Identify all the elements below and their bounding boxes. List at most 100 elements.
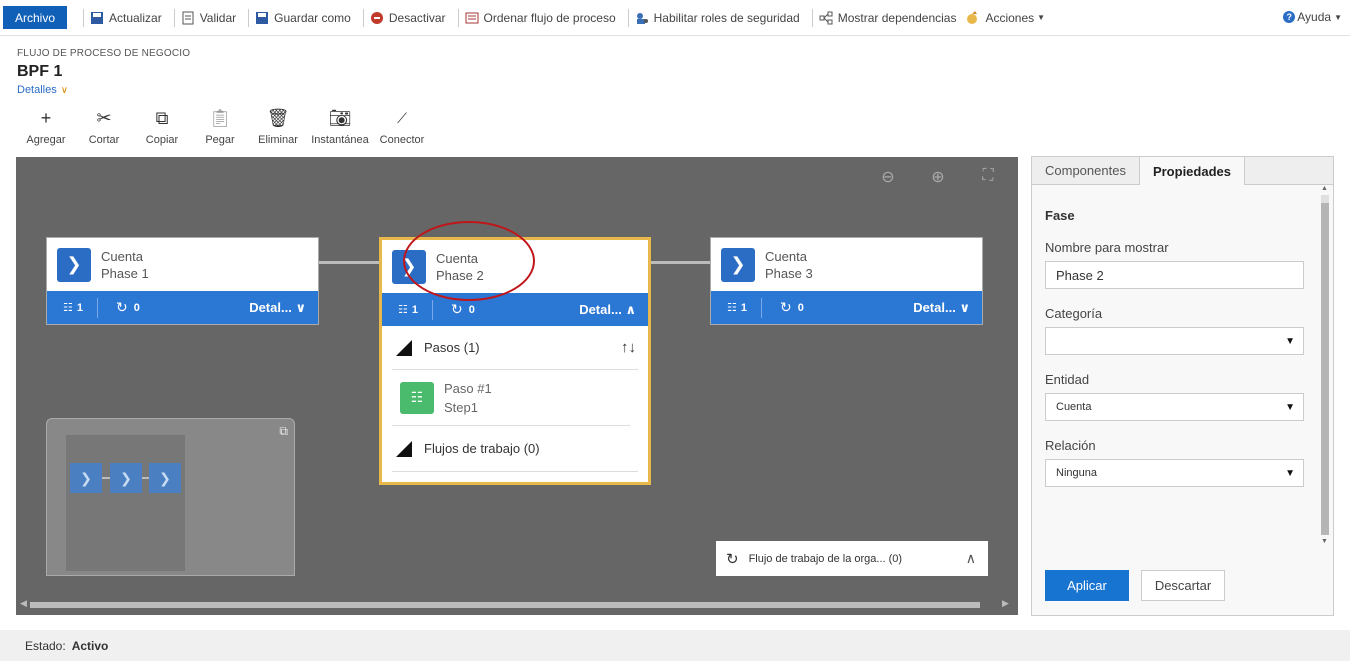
dropdown-arrow-icon: ▼ [1285,467,1295,479]
chevron-down-icon: ∨ [60,85,69,96]
tab-propiedades[interactable]: Propiedades [1138,157,1245,185]
org-workflow-panel[interactable]: ↻ Flujo de trabajo de la orga... (0) ∧ [716,541,988,576]
scroll-down-icon[interactable]: ▼ [1321,538,1328,545]
scroll-up-icon[interactable]: ▲ [1321,185,1328,192]
minimap-collapse-icon[interactable]: ⧉ [279,424,288,439]
details-toggle[interactable]: Detalles ∨ [17,84,68,96]
dropdown-arrow-icon: ▼ [1285,335,1295,347]
plus-icon: + [40,107,52,128]
help-button[interactable]: ? Ayuda ▼ [1283,10,1342,24]
validar-button[interactable]: Validar [173,8,242,27]
chevron-down-icon: ∨ [295,299,306,315]
workflow-icon: ↻ [726,550,739,568]
chevron-down-icon: ▼ [1037,13,1046,22]
trash-icon: 🗑︎ [266,107,290,128]
status-bar: Estado: Activo [0,630,1350,661]
stage-card[interactable]: ❯ Cuenta Phase 3 ☷ 1 ↻ 0 Detal... ∨ [710,237,983,325]
zoom-in-icon[interactable]: ⊕ [928,167,948,187]
archivo-button[interactable]: Archivo [3,6,67,29]
scroll-right-icon[interactable]: ▶ [1002,598,1009,609]
actions-icon [967,10,978,24]
security-roles-icon [636,12,648,24]
steps-icon: ☷ [63,302,73,314]
stage-details-toggle[interactable]: Detal... ∨ [913,300,970,316]
zoom-controls: ⊖ ⊕ ⛶ [878,167,998,187]
display-name-input[interactable]: Phase 2 [1045,261,1304,289]
annotation-circle [403,221,535,301]
deactivate-icon [370,11,383,24]
collapse-triangle-icon [396,440,412,457]
minimap-stage: ❯ [110,463,142,493]
command-bar: Archivo Actualizar Validar Guardar como … [0,0,1350,36]
chevron-up-icon[interactable]: ∧ [966,550,976,567]
copy-button[interactable]: ⧉ Copiar [133,106,191,147]
step-item[interactable]: ☷ Paso #1 Step1 [392,370,630,426]
checklist-icon [182,11,194,24]
connector-button[interactable]: ⟋ Conector [373,106,431,147]
discard-button[interactable]: Descartar [1141,570,1225,601]
habilitar-roles-button[interactable]: Habilitar roles de seguridad [627,8,806,27]
dropdown-arrow-icon: ▼ [1285,401,1295,413]
relation-select[interactable]: Ninguna ▼ [1045,459,1304,487]
section-title: Fase [1045,208,1075,223]
stage-connector [319,261,381,264]
chevron-down-icon: ▼ [1334,12,1342,22]
minimap-viewport[interactable]: ❯ ❯ ❯ [66,435,185,571]
tab-componentes[interactable]: Componentes [1032,157,1139,184]
process-canvas[interactable]: ⊖ ⊕ ⛶ ❯ Cuenta Phase 1 ☷ 1 ↻ 0 Detal... ∨ … [16,157,1018,615]
workflow-icon: ↻ [451,301,463,317]
add-button[interactable]: + Agregar [17,106,75,147]
mostrar-dependencias-button[interactable]: Mostrar dependencias [811,8,963,27]
acciones-menu[interactable]: Acciones ▼ [966,9,1051,27]
stage-details-toggle[interactable]: Detal... ∧ [579,302,636,318]
category-label: Categoría [1045,306,1103,321]
chevron-down-icon: ∨ [959,299,970,315]
scroll-left-icon[interactable]: ◀ [20,598,27,609]
reorder-arrows-icon[interactable]: ↑↓ [621,339,636,356]
scrollbar-thumb[interactable] [1321,203,1329,535]
entity-label: Entidad [1045,372,1090,387]
panel-scrollbar[interactable]: ▲ ▼ [1321,185,1329,545]
status-label: Estado: [25,638,66,653]
desactivar-button[interactable]: Desactivar [362,8,452,27]
cut-button[interactable]: ✂ Cortar [75,106,133,147]
minimap-stage: ❯ [149,463,181,493]
status-value: Activo [71,638,109,653]
stage-details-toggle[interactable]: Detal... ∨ [249,300,306,316]
guardar-como-button[interactable]: Guardar como [248,8,357,27]
dependencies-icon [819,11,833,24]
camera-icon: 📷︎ [328,107,352,128]
step-icon: ☷ [400,381,434,414]
apply-button[interactable]: Aplicar [1045,570,1129,601]
zoom-out-icon[interactable]: ⊖ [878,167,898,187]
paste-button[interactable]: 📋︎ Pegar [191,106,249,147]
stage-connector [650,261,712,264]
entity-type-label: FLUJO DE PROCESO DE NEGOCIO [17,48,191,59]
help-icon: ? [1283,11,1296,23]
connector-icon: ⟋ [397,109,407,126]
ordenar-flujo-button[interactable]: Ordenar flujo de proceso [457,8,622,27]
horizontal-scrollbar[interactable] [30,602,980,608]
category-select[interactable]: ▼ [1045,327,1304,355]
steps-section[interactable]: Pasos (1) ↑↓ [392,326,638,370]
snapshot-button[interactable]: 📷︎ Instantánea [307,106,373,147]
workflows-section[interactable]: Flujos de trabajo (0) [392,426,638,472]
relation-label: Relación [1045,438,1096,453]
minimap-stage: ❯ [70,463,102,493]
steps-icon: ☷ [727,302,737,314]
actualizar-button[interactable]: Actualizar [83,8,168,27]
minimap[interactable]: ⧉ ❯ ❯ ❯ [46,418,295,576]
order-icon [465,12,479,23]
paste-icon: 📋︎ [208,107,232,128]
steps-icon: ☷ [398,304,408,316]
stage-card[interactable]: ❯ Cuenta Phase 1 ☷ 1 ↻ 0 Detal... ∨ [46,237,319,325]
entity-select[interactable]: Cuenta ▼ [1045,393,1304,421]
page-title: BPF 1 [17,63,63,80]
chevron-up-icon: ∧ [625,301,636,317]
save-icon [91,11,103,24]
designer-toolbar: + Agregar ✂ Cortar ⧉ Copiar 📋︎ Pegar 🗑︎ Elimi… [17,106,431,147]
delete-button[interactable]: 🗑︎ Eliminar [249,106,307,147]
fit-screen-icon[interactable]: ⛶ [978,167,998,187]
scissors-icon: ✂ [96,107,112,128]
properties-panel: Componentes Propiedades Fase Nombre para… [1031,156,1334,616]
